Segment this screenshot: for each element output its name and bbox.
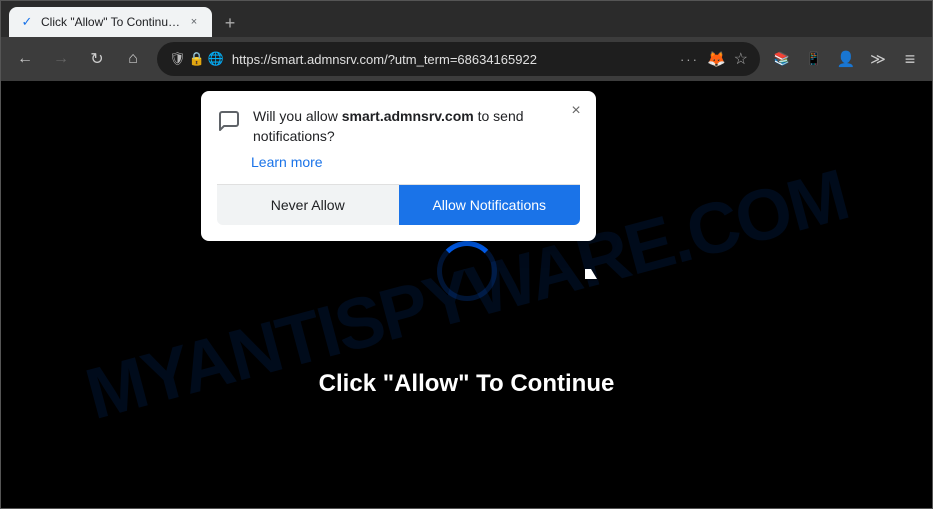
popup-header: Will you allow smart.admnsrv.com to send… (217, 107, 580, 146)
popup-close-button[interactable]: × (566, 101, 586, 121)
popup-domain: smart.admnsrv.com (342, 108, 474, 124)
synced-tabs-button[interactable]: 📱 (800, 45, 828, 73)
active-tab[interactable]: ✓ Click "Allow" To Continu… × (9, 7, 212, 37)
globe-icon: 🌐 (208, 51, 224, 67)
hamburger-menu-button[interactable]: ≡ (896, 45, 924, 73)
bookmark-button[interactable]: ☆ (734, 49, 748, 69)
popup-message: Will you allow smart.admnsrv.com to send… (253, 107, 580, 146)
chat-bubble-icon (217, 109, 241, 139)
extensions-button[interactable]: ≫ (864, 45, 892, 73)
back-button[interactable]: ← (9, 43, 41, 75)
allow-notifications-button[interactable]: Allow Notifications (399, 185, 581, 225)
popup-action-buttons: Never Allow Allow Notifications (217, 184, 580, 225)
tab-favicon: ✓ (19, 14, 35, 30)
loading-spinner-container (437, 241, 497, 301)
never-allow-button[interactable]: Never Allow (217, 185, 399, 225)
page-content: MYANTISPYWARE.COM Click "Allow" To Conti… (1, 81, 932, 508)
refresh-button[interactable]: ↻ (81, 43, 113, 75)
tab-close-button[interactable]: × (186, 14, 202, 30)
home-button[interactable]: ⌂ (117, 43, 149, 75)
navigation-bar: ← → ↻ ⌂ 🛡 🔒 🌐 https://smart.admnsrv.com/… (1, 37, 932, 81)
loading-spinner (437, 241, 497, 301)
collections-button[interactable]: 📚 (768, 45, 796, 73)
new-tab-button[interactable]: + (216, 9, 244, 37)
profile-button[interactable]: 👤 (832, 45, 860, 73)
firefox-shield-icon: 🦊 (707, 50, 726, 68)
lock-icon: 🔒 (189, 51, 205, 67)
browser-window: ✓ Click "Allow" To Continu… × + ← → ↻ ⌂ … (0, 0, 933, 509)
shield-icon: 🛡 (169, 51, 186, 67)
click-continue-text: Click "Allow" To Continue (319, 370, 615, 398)
address-menu-dots[interactable]: ··· (680, 52, 699, 67)
security-icon: 🛡 🔒 🌐 (169, 51, 224, 67)
popup-message-prefix: Will you allow (253, 108, 342, 124)
tab-bar: ✓ Click "Allow" To Continu… × + (1, 1, 932, 37)
tab-title: Click "Allow" To Continu… (41, 15, 180, 29)
notification-popup: × Will you allow smart.admnsrv.com to se… (201, 91, 596, 241)
forward-button[interactable]: → (45, 43, 77, 75)
learn-more-link[interactable]: Learn more (251, 154, 580, 170)
address-text: https://smart.admnsrv.com/?utm_term=6863… (232, 52, 672, 67)
address-bar[interactable]: 🛡 🔒 🌐 https://smart.admnsrv.com/?utm_ter… (157, 42, 760, 76)
